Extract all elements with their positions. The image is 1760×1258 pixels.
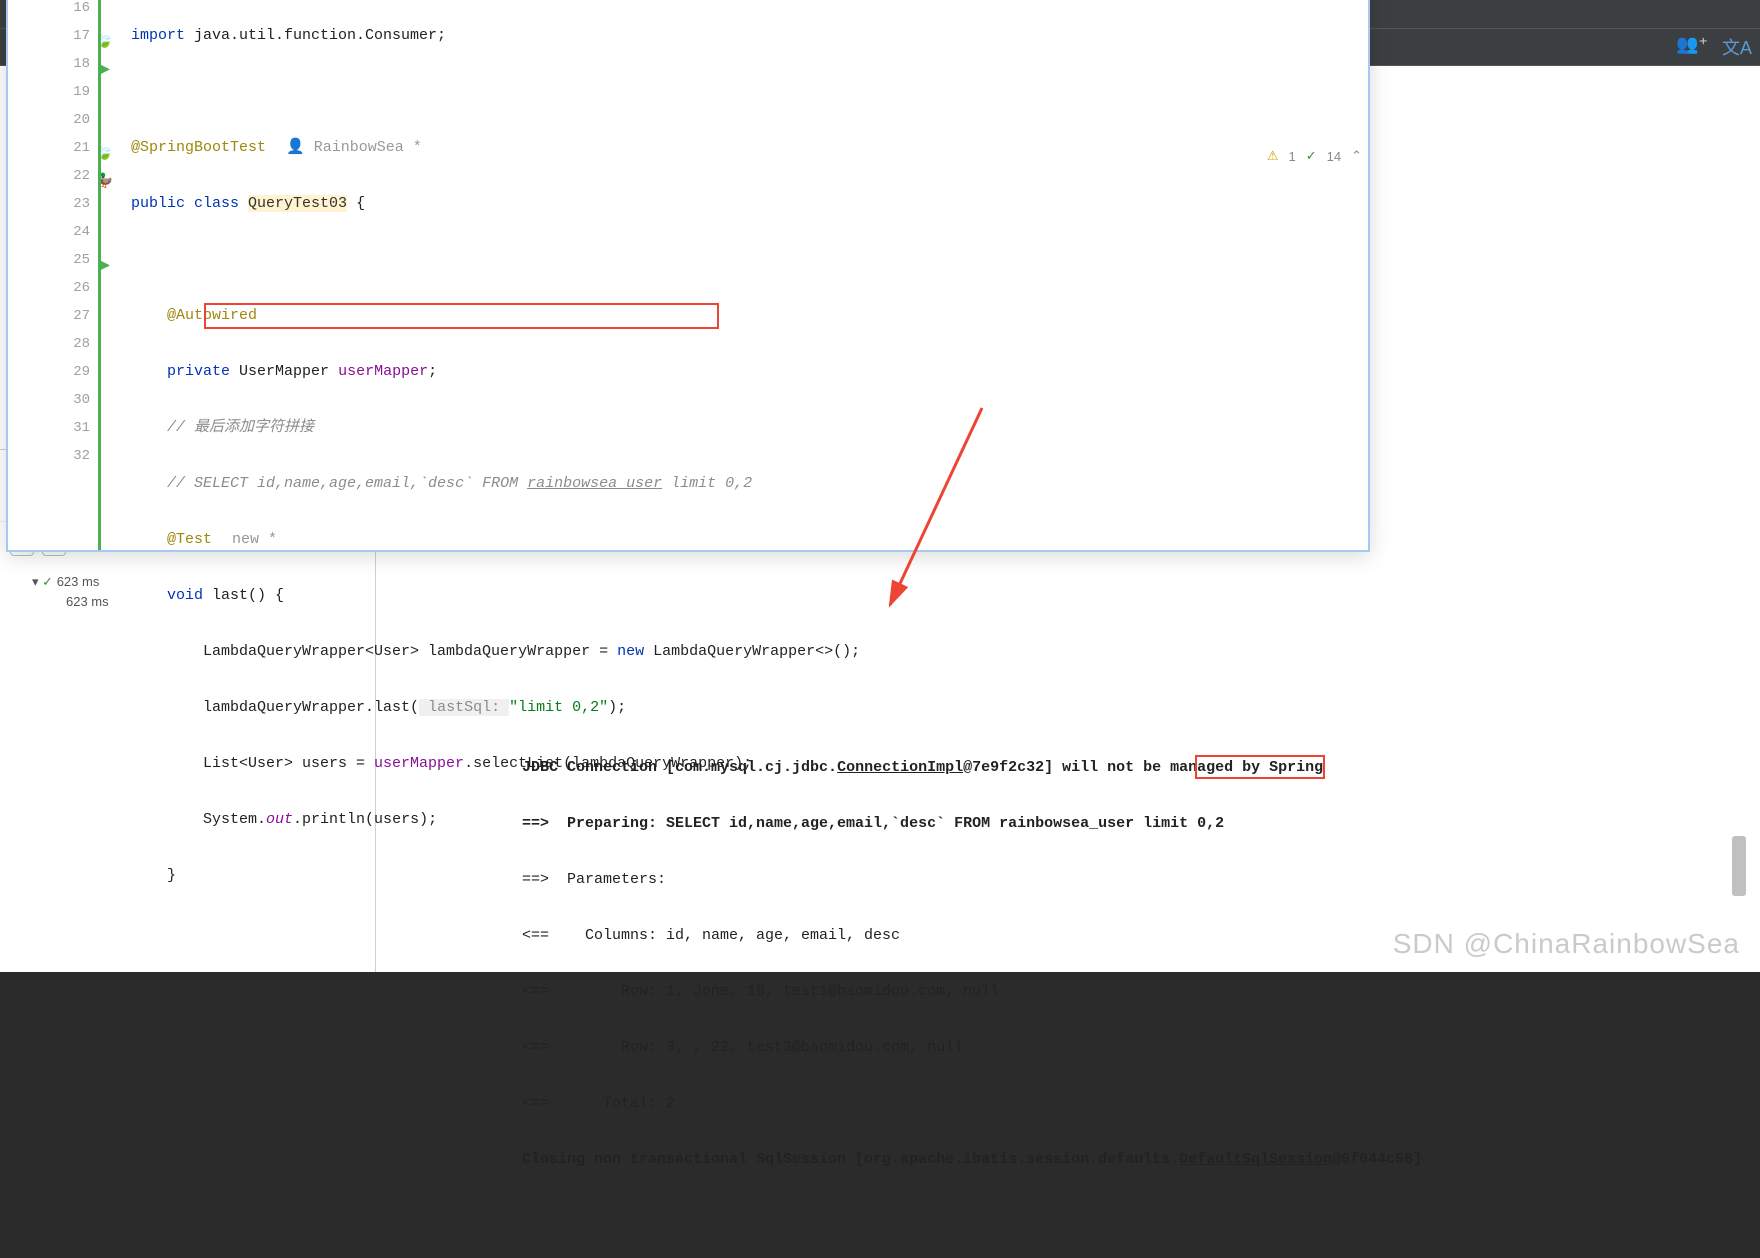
gutter-line-28[interactable]: 28 <box>8 330 90 358</box>
gutter-line-24[interactable]: 24 <box>8 218 90 246</box>
gutter-line-17[interactable]: 17🍃 <box>8 22 90 50</box>
scrollbar-thumb[interactable] <box>1732 836 1746 896</box>
check-icon: ✓ <box>42 574 53 589</box>
gutter-line-18[interactable]: 18▶ <box>8 50 90 78</box>
check-icon: ✓ <box>1306 148 1317 164</box>
chevron-icon[interactable]: ⌃ <box>1351 148 1362 164</box>
gutter-line-30[interactable]: 30 <box>8 386 90 414</box>
call-last: lambdaQueryWrapper.last( <box>203 699 419 716</box>
console-line: <== Row: 3, , 22, test3@baomidou.com, nu… <box>522 1034 1740 1062</box>
gutter-line-16[interactable]: 16 <box>8 0 90 22</box>
gutter-line-26[interactable]: 26 <box>8 274 90 302</box>
system-out: out <box>266 811 293 828</box>
watermark: SDN @ChinaRainbowSea <box>1393 928 1740 960</box>
test-time: 623 ms <box>57 574 100 589</box>
method-name: last <box>212 587 248 604</box>
ann-autowired: @Autowired <box>167 307 257 324</box>
string-limit: "limit 0,2" <box>509 699 608 716</box>
console-line: Closing non transactional SqlSession [or… <box>522 1146 1740 1174</box>
gutter-line-22[interactable]: 22 <box>8 162 90 190</box>
code-editor-popup: 14151617🍃18▶192021🍃🦆22232425▶26272829303… <box>6 0 1370 552</box>
kw-private: private <box>167 363 239 380</box>
gutter-line-20[interactable]: 20 <box>8 106 90 134</box>
gutter-line-31[interactable]: 31 <box>8 414 90 442</box>
type-usermapper: UserMapper <box>239 363 338 380</box>
editor-gutter[interactable]: 14151617🍃18▶192021🍃🦆22232425▶26272829303… <box>8 0 98 550</box>
author-hint: RainbowSea * <box>314 139 422 156</box>
ann-springboot: @SpringBootTest <box>131 139 266 156</box>
gutter-line-21[interactable]: 21🍃🦆 <box>8 134 90 162</box>
ann-test: @Test <box>167 531 212 548</box>
code-area[interactable]: import java.util.Map; import java.util.f… <box>98 0 1368 550</box>
class-name: QueryTest03 <box>248 195 347 212</box>
kw-void: void <box>167 587 212 604</box>
translate-icon[interactable]: 文A <box>1722 34 1752 60</box>
console-line: <== Total: 2 <box>522 1090 1740 1118</box>
chevron-down-icon: ▾ <box>32 574 39 589</box>
kw-public-class: public class <box>131 195 248 212</box>
warn-count: 1 <box>1288 149 1295 164</box>
warning-icon: ⚠ <box>1267 148 1279 164</box>
ref-usermapper: userMapper <box>374 755 464 772</box>
comment-line: // 最后添加字符拼接 <box>167 419 314 436</box>
right-toolbar: 👥⁺ 文A <box>1676 34 1752 60</box>
gutter-line-32[interactable]: 32 <box>8 442 90 470</box>
gutter-line-29[interactable]: 29 <box>8 358 90 386</box>
field-usermapper: userMapper <box>338 363 428 380</box>
gutter-line-25[interactable]: 25▶ <box>8 246 90 274</box>
check-count: 14 <box>1327 149 1341 164</box>
gutter-line-27[interactable]: 27 <box>8 302 90 330</box>
code-analysis-stats[interactable]: ⚠ 1 ✓ 14 ⌃ <box>1267 148 1362 164</box>
new-hint: new * <box>232 531 277 548</box>
code-together-icon[interactable]: 👥⁺ <box>1676 34 1708 60</box>
gutter-line-23[interactable]: 23 <box>8 190 90 218</box>
param-hint: lastSql: <box>419 699 509 716</box>
gutter-line-19[interactable]: 19 <box>8 78 90 106</box>
brace: { <box>347 195 365 212</box>
test-leaf-time: 623 ms <box>66 594 109 609</box>
